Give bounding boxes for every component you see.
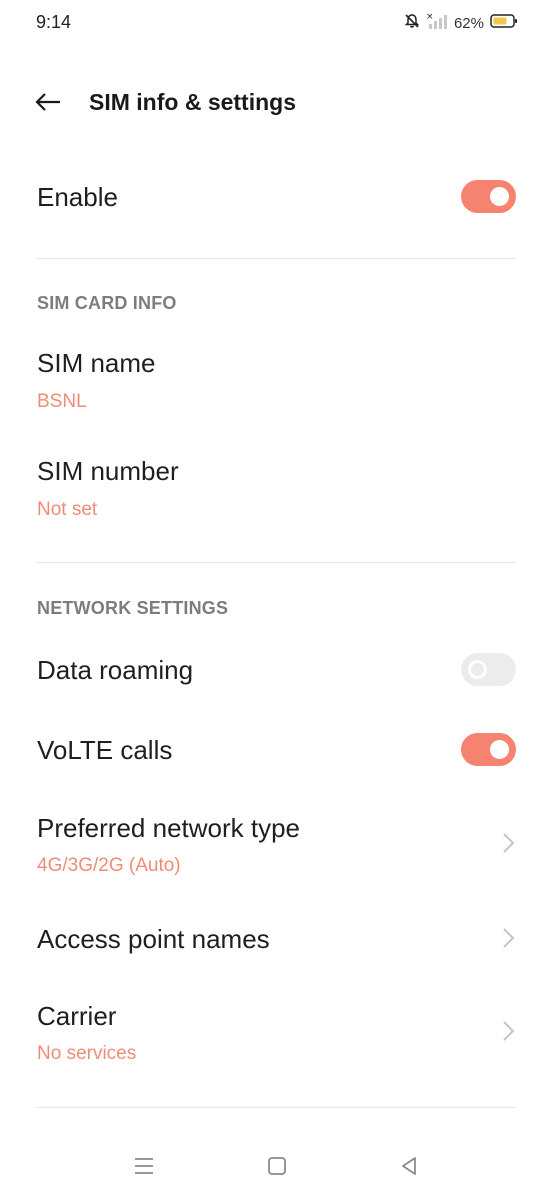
battery-icon [490, 13, 518, 34]
battery-percent: 62% [453, 14, 484, 32]
data-roaming-label: Data roaming [37, 655, 194, 685]
back-button[interactable] [30, 86, 66, 122]
section-header-network-settings: NETWORK SETTINGS [37, 598, 229, 618]
access-point-names-label: Access point names [37, 924, 270, 954]
enable-toggle[interactable] [461, 180, 516, 213]
chevron-right-icon [500, 832, 516, 854]
sim-number-value: Not set [37, 499, 98, 520]
sim-name-label: SIM name [37, 348, 156, 378]
svg-text:×: × [426, 12, 434, 22]
status-time: 9:14 [36, 12, 72, 32]
preferred-network-type-value: 4G/3G/2G (Auto) [37, 855, 181, 876]
divider [37, 258, 516, 259]
home-icon[interactable] [263, 1152, 291, 1180]
data-roaming-toggle[interactable] [461, 653, 516, 686]
enable-label: Enable [37, 182, 118, 212]
no-signal-icon: × [426, 12, 448, 35]
back-icon[interactable] [395, 1152, 423, 1180]
menu-icon[interactable] [130, 1152, 158, 1180]
carrier-value: No services [37, 1043, 137, 1064]
section-header-sim-card-info: SIM CARD INFO [37, 293, 177, 313]
back-arrow-icon [34, 92, 62, 117]
chevron-right-icon [500, 927, 516, 949]
status-icons: × 62% [404, 10, 518, 36]
page-title: SIM info & settings [89, 89, 296, 115]
carrier-label: Carrier [37, 1001, 117, 1031]
volte-calls-label: VoLTE calls [37, 735, 173, 765]
sim-name-value: BSNL [37, 391, 87, 412]
divider [37, 1107, 516, 1108]
preferred-network-type-label: Preferred network type [37, 813, 301, 843]
divider [37, 562, 516, 563]
bell-muted-icon [404, 13, 420, 34]
sim-number-label: SIM number [37, 456, 179, 486]
volte-calls-toggle[interactable] [461, 733, 516, 766]
chevron-right-icon [500, 1020, 516, 1042]
